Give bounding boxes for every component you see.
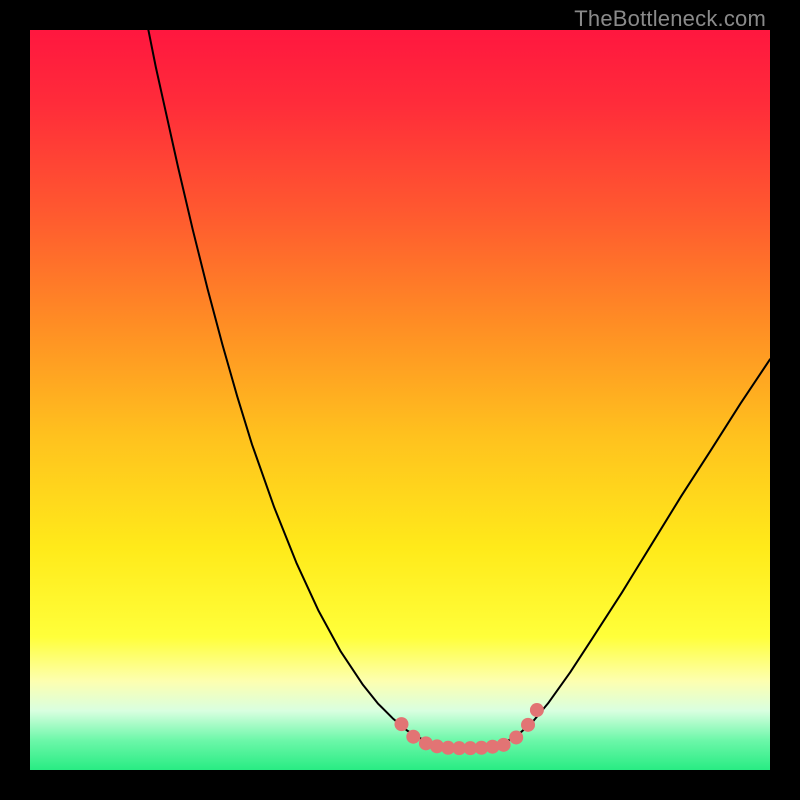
watermark-text: TheBottleneck.com <box>574 6 766 32</box>
valley-marker <box>497 738 511 752</box>
curve-right-branch <box>507 359 770 741</box>
valley-marker <box>394 717 408 731</box>
chart-frame: TheBottleneck.com <box>0 0 800 800</box>
valley-marker <box>509 730 523 744</box>
valley-marker <box>406 730 420 744</box>
bottleneck-curve <box>30 30 770 770</box>
valley-marker <box>521 718 535 732</box>
plot-area <box>30 30 770 770</box>
valley-marker <box>530 703 544 717</box>
curve-left-branch <box>148 30 429 743</box>
